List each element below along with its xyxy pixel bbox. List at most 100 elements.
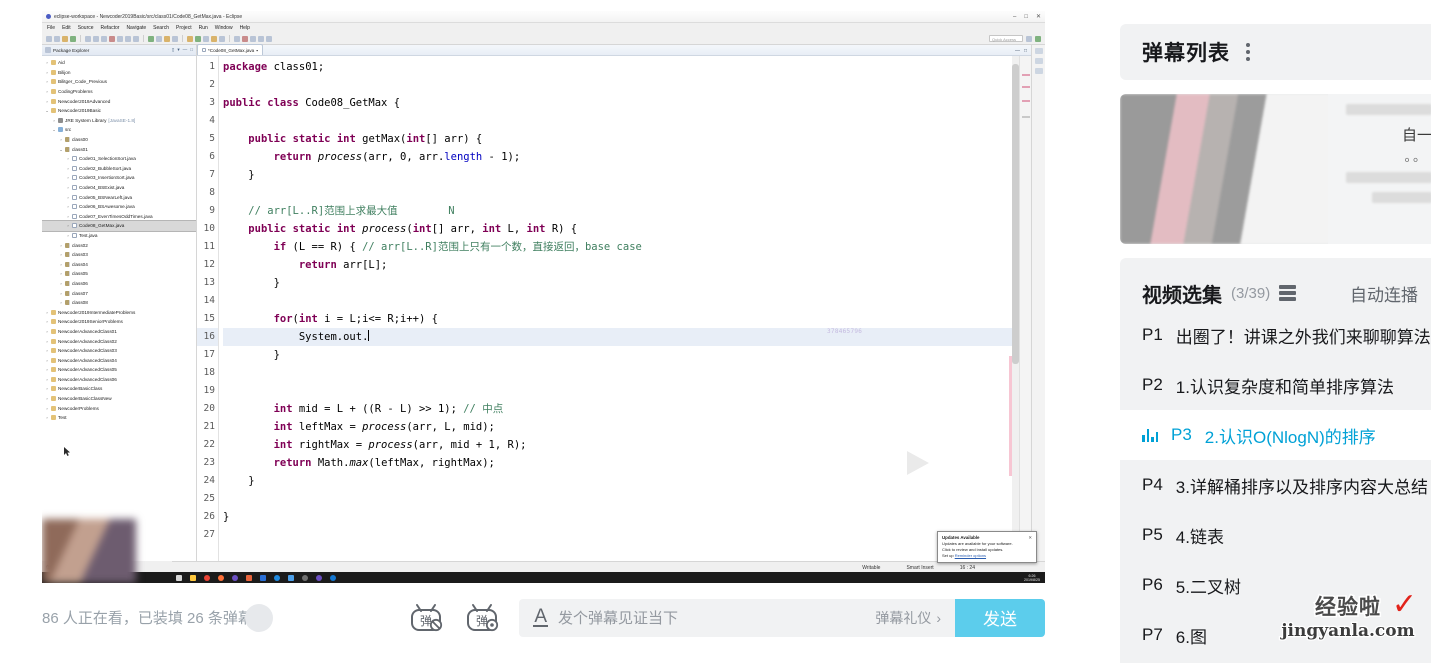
- file-explorer-icon[interactable]: [190, 574, 196, 581]
- last-edit-icon[interactable]: [250, 35, 256, 42]
- print-icon[interactable]: [62, 35, 68, 42]
- tree-node[interactable]: › class07: [42, 288, 196, 298]
- tree-node[interactable]: › class06: [42, 279, 196, 289]
- episode-item[interactable]: P1 出圈了！讲课之外我们来聊聊算法: [1120, 310, 1431, 360]
- outline-icon[interactable]: [1034, 48, 1043, 54]
- menu-source[interactable]: Source: [78, 25, 94, 31]
- tree-node[interactable]: › Bilitger_Code_Previous: [42, 77, 196, 87]
- updates-available-popup[interactable]: Updates Available ✕ Updates are availabl…: [937, 531, 1037, 563]
- tree-node[interactable]: › Code04_BSExist.java: [42, 183, 196, 193]
- resume-icon[interactable]: [93, 35, 99, 42]
- menu-edit[interactable]: Edit: [62, 25, 71, 31]
- forward-history-icon[interactable]: [266, 35, 272, 42]
- danmaku-style-icon[interactable]: A: [533, 607, 549, 627]
- tree-expand-icon[interactable]: ›: [45, 339, 49, 344]
- code-line[interactable]: System.out.: [223, 328, 1031, 346]
- tree-node[interactable]: › class03: [42, 250, 196, 260]
- tree-node[interactable]: ⌄ src: [42, 125, 196, 135]
- tree-node[interactable]: › Code06_BSAwesome.java: [42, 202, 196, 212]
- menu-navigate[interactable]: Navigate: [126, 25, 146, 31]
- tree-node[interactable]: › Test.java: [42, 231, 196, 241]
- minimize-view-icon[interactable]: —: [183, 47, 188, 53]
- eclipse-toolbar[interactable]: Quick Access: [42, 33, 1045, 45]
- code-line[interactable]: public class Code08_GetMax {: [223, 94, 1031, 112]
- back-history-icon[interactable]: [258, 35, 264, 42]
- editor-tab-close-icon[interactable]: ▪: [256, 48, 258, 53]
- tree-expand-icon[interactable]: ›: [59, 291, 63, 296]
- eclipse-taskbar-icon[interactable]: [232, 574, 238, 581]
- tree-node[interactable]: › NewcoderProblems: [42, 403, 196, 413]
- debug-icon[interactable]: [70, 35, 76, 42]
- menu-refactor[interactable]: Refactor: [101, 25, 120, 31]
- tree-expand-icon[interactable]: ›: [66, 195, 70, 200]
- task-list-icon[interactable]: [1034, 58, 1043, 64]
- problems-icon[interactable]: [1034, 68, 1043, 74]
- package-explorer-panel[interactable]: Package Explorer ▯ ▾ — □ › Aid › Bilijon › Bi…: [42, 45, 197, 561]
- tree-expand-icon[interactable]: ›: [66, 185, 70, 190]
- windows-taskbar[interactable]: 6:26 2019/8/25: [42, 572, 1045, 583]
- menu-run[interactable]: Run: [199, 25, 208, 31]
- tree-node[interactable]: › Newcoder2019IntermediateProblems: [42, 307, 196, 317]
- video-stage[interactable]: eclipse-workspace - Newcoder2019Basic/sr…: [42, 11, 1045, 583]
- tree-expand-icon[interactable]: ›: [45, 358, 49, 363]
- code-line[interactable]: for(int i = L;i<= R;i++) {: [223, 310, 1031, 328]
- code-line[interactable]: [223, 382, 1031, 400]
- tree-expand-icon[interactable]: ⌄: [52, 127, 56, 132]
- tree-expand-icon[interactable]: ›: [45, 406, 49, 411]
- tree-expand-icon[interactable]: ›: [66, 204, 70, 209]
- editor-taskbar-icon[interactable]: [246, 574, 252, 581]
- taskbar-clock[interactable]: 6:26 2019/8/25: [1024, 574, 1040, 582]
- tree-expand-icon[interactable]: ›: [45, 310, 49, 315]
- code-line[interactable]: }: [223, 346, 1031, 364]
- tree-expand-icon[interactable]: ›: [45, 396, 49, 401]
- step-return-icon[interactable]: [133, 35, 139, 42]
- tree-node[interactable]: › NewcoderBasicClassNew: [42, 394, 196, 404]
- tree-node[interactable]: › class08: [42, 298, 196, 308]
- code-line[interactable]: [223, 292, 1031, 310]
- code-line[interactable]: }: [223, 274, 1031, 292]
- open-type-icon[interactable]: [219, 35, 225, 42]
- qq-icon[interactable]: [288, 574, 294, 581]
- menu-window[interactable]: Window: [215, 25, 233, 31]
- editor-tab-controls[interactable]: — □: [1015, 48, 1031, 55]
- next-annotation-icon[interactable]: [234, 35, 240, 42]
- danmaku-settings-icon[interactable]: 弹: [465, 603, 499, 633]
- close-button[interactable]: ✕: [1036, 14, 1041, 20]
- updates-popup-close-icon[interactable]: ✕: [1028, 535, 1032, 541]
- tree-node[interactable]: › class02: [42, 240, 196, 250]
- tree-node[interactable]: › JRE System Library [JavaSE-1.8]: [42, 116, 196, 126]
- tree-node[interactable]: › class05: [42, 269, 196, 279]
- tree-node[interactable]: › NewcoderAdvancedClass05: [42, 365, 196, 375]
- tree-expand-icon[interactable]: ›: [52, 118, 56, 123]
- settings-icon[interactable]: [302, 574, 308, 581]
- editor-marker-column[interactable]: [1019, 56, 1031, 561]
- danmaku-send-button[interactable]: 发送: [955, 598, 1045, 637]
- tree-node[interactable]: › Newcoder2019SeniorProblems: [42, 317, 196, 327]
- code-line[interactable]: return arr[L];: [223, 256, 1031, 274]
- tree-expand-icon[interactable]: ›: [66, 223, 70, 228]
- link-editor-icon[interactable]: ▯: [172, 47, 175, 53]
- menu-help[interactable]: Help: [240, 25, 250, 31]
- tree-node[interactable]: › NewcoderBasicClass: [42, 384, 196, 394]
- tree-expand-icon[interactable]: ⌄: [45, 108, 49, 113]
- tree-expand-icon[interactable]: ›: [45, 70, 49, 75]
- editor-maximize-icon[interactable]: □: [1024, 48, 1027, 54]
- menu-project[interactable]: Project: [176, 25, 192, 31]
- tree-expand-icon[interactable]: ›: [66, 166, 70, 171]
- package-explorer-tree[interactable]: › Aid › Bilijon › Bilitger_Code_Previous › Codi…: [42, 56, 196, 561]
- tree-expand-icon[interactable]: ›: [66, 156, 70, 161]
- outline-strip[interactable]: [1031, 45, 1045, 561]
- danmaku-list-header[interactable]: 弹幕列表: [1120, 24, 1431, 80]
- eclipse-active-icon[interactable]: [316, 574, 322, 581]
- code-line[interactable]: if (L == R) { // arr[L..R]范围上只有一个数，直接返回，…: [223, 238, 1031, 256]
- step-into-icon[interactable]: [117, 35, 123, 42]
- eclipse-menu-bar[interactable]: File Edit Source Refactor Navigate Searc…: [42, 23, 1045, 33]
- kebab-menu-icon[interactable]: [1246, 43, 1250, 61]
- tree-node[interactable]: › NewcoderAdvancedClass04: [42, 355, 196, 365]
- tree-node[interactable]: › NewcoderAdvancedClass01: [42, 327, 196, 337]
- code-line[interactable]: }: [223, 166, 1031, 184]
- code-line[interactable]: [223, 364, 1031, 382]
- tree-expand-icon[interactable]: ›: [45, 367, 49, 372]
- task-view-icon[interactable]: [176, 574, 182, 581]
- tree-node[interactable]: › Code02_BubbleSort.java: [42, 164, 196, 174]
